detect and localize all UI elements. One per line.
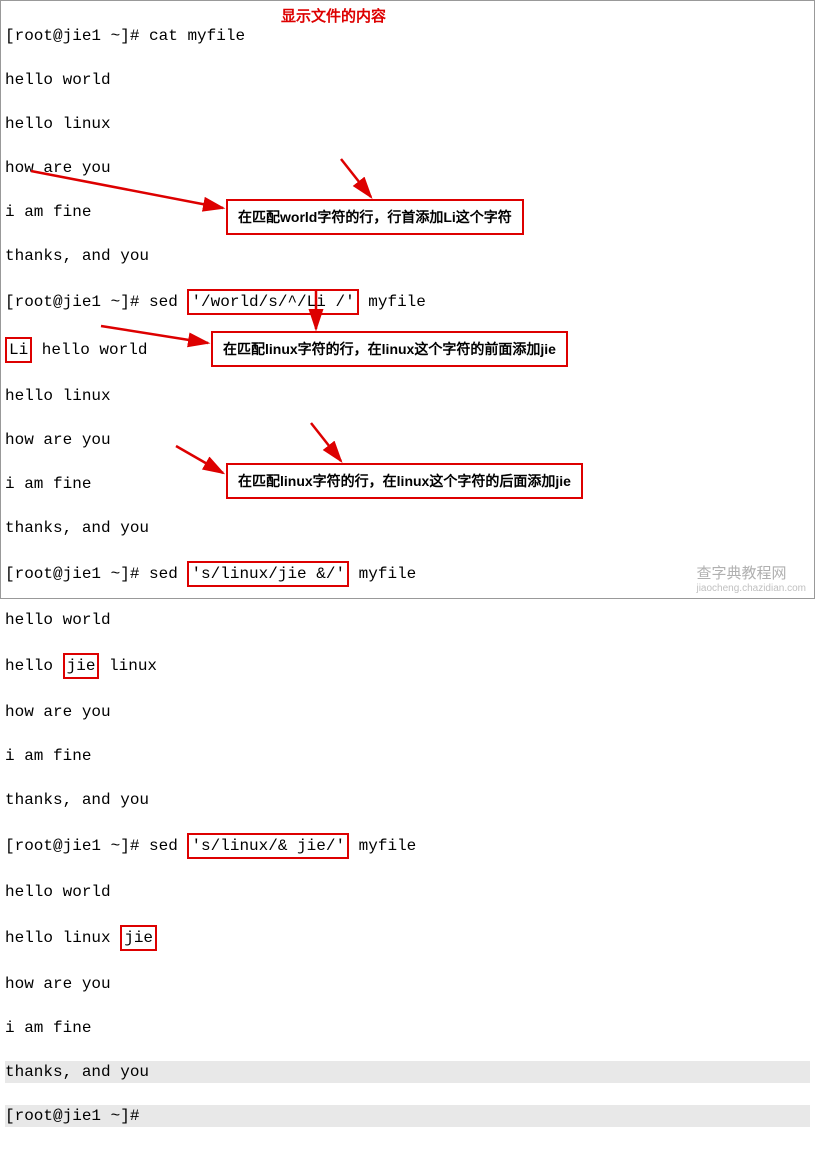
watermark-main: 查字典教程网 [696, 565, 786, 582]
output-text: linux [99, 657, 157, 675]
output-line: hello world [5, 69, 810, 91]
cmd-file: myfile [359, 293, 426, 311]
output-line: how are you [5, 429, 810, 451]
cmd-file: myfile [349, 565, 416, 583]
sed-arg-box: 's/linux/& jie/' [187, 833, 349, 859]
cmd-line-cat: [root@jie1 ~]# cat myfile [5, 25, 810, 47]
cmd-sed: sed [149, 293, 187, 311]
output-text: hello [5, 657, 63, 675]
watermark-sub: jiaocheng.chazidian.com [696, 583, 806, 594]
cmd-cat: cat myfile [149, 27, 245, 45]
prompt: [root@jie1 ~]# [5, 27, 139, 45]
output-line: how are you [5, 701, 810, 723]
cmd-sed: sed [149, 837, 187, 855]
output-line: thanks, and you [5, 789, 810, 811]
output-line: hello linux [5, 385, 810, 407]
cmd-line-sed3: [root@jie1 ~]# sed 's/linux/& jie/' myfi… [5, 833, 810, 859]
output-line: how are you [5, 973, 810, 995]
output-line: thanks, and you [5, 1061, 810, 1083]
output-line: thanks, and you [5, 245, 810, 267]
cmd-line-sed2: [root@jie1 ~]# sed 's/linux/jie &/' myfi… [5, 561, 810, 587]
cmd-line-prompt: [root@jie1 ~]# [5, 1105, 810, 1127]
prompt: [root@jie1 ~]# [5, 837, 139, 855]
prompt: [root@jie1 ~]# [5, 1107, 139, 1125]
terminal-output: [root@jie1 ~]# cat myfile hello world he… [1, 1, 814, 1151]
annotation-box-1: 在匹配world字符的行，行首添加Li这个字符 [226, 199, 524, 235]
sed-arg-box: 's/linux/jie &/' [187, 561, 349, 587]
cmd-file: myfile [349, 837, 416, 855]
output-line: hello linux [5, 113, 810, 135]
output-line: hello linux jie [5, 925, 810, 951]
output-line: thanks, and you [5, 517, 810, 539]
result-highlight-jie: jie [120, 925, 157, 951]
result-highlight-li: Li [5, 337, 32, 363]
annotation-box-2: 在匹配linux字符的行，在linux这个字符的前面添加jie [211, 331, 568, 367]
output-text: hello world [32, 341, 147, 359]
result-highlight-jie: jie [63, 653, 100, 679]
output-line: how are you [5, 157, 810, 179]
annotation-title: 显示文件的内容 [281, 5, 386, 26]
prompt: [root@jie1 ~]# [5, 293, 139, 311]
cmd-line-sed1: [root@jie1 ~]# sed '/world/s/^/Li /' myf… [5, 289, 810, 315]
output-line: i am fine [5, 1017, 810, 1039]
output-text: hello linux [5, 929, 120, 947]
sed-arg-box: '/world/s/^/Li /' [187, 289, 358, 315]
output-line: hello world [5, 881, 810, 903]
prompt: [root@jie1 ~]# [5, 565, 139, 583]
cmd-sed: sed [149, 565, 187, 583]
annotation-box-3: 在匹配linux字符的行，在linux这个字符的后面添加jie [226, 463, 583, 499]
output-line: i am fine [5, 745, 810, 767]
output-line: hello world [5, 609, 810, 631]
output-line: hello jie linux [5, 653, 810, 679]
watermark: 查字典教程网 jiaocheng.chazidian.com [696, 562, 806, 594]
